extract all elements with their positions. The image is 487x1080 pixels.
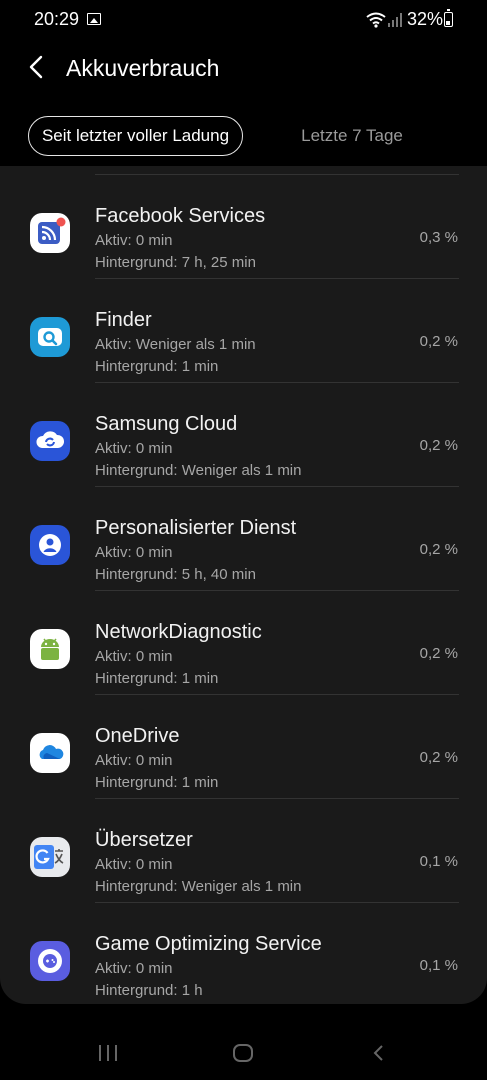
app-background-time: Hintergrund: Weniger als 1 min bbox=[95, 462, 302, 479]
app-name: Personalisierter Dienst bbox=[95, 517, 297, 539]
list-item-uebersetzer[interactable]: Übersetzer Aktiv: 0 min Hintergrund: Wen… bbox=[0, 799, 487, 903]
app-active-time: Aktiv: 0 min bbox=[95, 752, 173, 769]
app-active-time: Aktiv: 0 min bbox=[95, 648, 173, 665]
app-bar: Akkuverbrauch bbox=[0, 40, 487, 100]
status-bar: 20:29 32% bbox=[0, 0, 487, 40]
app-background-time: Hintergrund: 1 min bbox=[95, 774, 219, 791]
battery-icon bbox=[444, 9, 453, 27]
app-background-time: Hintergrund: 1 min bbox=[95, 670, 219, 687]
translate-icon bbox=[30, 837, 70, 877]
app-active-time: Aktiv: Weniger als 1 min bbox=[95, 336, 256, 353]
tab-last-7-days[interactable]: Letzte 7 Tage bbox=[272, 116, 432, 156]
page-title: Akkuverbrauch bbox=[66, 55, 220, 81]
onedrive-icon bbox=[30, 733, 70, 773]
period-tabs: Seit letzter voller Ladung Letzte 7 Tage bbox=[0, 112, 487, 164]
app-name: Facebook Services bbox=[95, 205, 266, 227]
navigation-bar bbox=[0, 1004, 487, 1080]
app-name: Samsung Cloud bbox=[95, 413, 238, 435]
app-background-time: Hintergrund: 1 h bbox=[95, 982, 203, 999]
app-background-time: Hintergrund: 1 min bbox=[95, 358, 219, 375]
app-usage-percent: 0,1 % bbox=[419, 957, 458, 974]
app-name: OneDrive bbox=[95, 725, 180, 747]
list-item-finder[interactable]: Finder Aktiv: Weniger als 1 min Hintergr… bbox=[0, 279, 487, 383]
gallery-notification-icon bbox=[87, 13, 101, 25]
app-active-time: Aktiv: 0 min bbox=[95, 960, 173, 977]
home-icon[interactable] bbox=[232, 1044, 254, 1062]
app-usage-percent: 0,2 % bbox=[419, 437, 458, 454]
list-item-personalized-service[interactable]: Personalisierter Dienst Aktiv: 0 min Hin… bbox=[0, 487, 487, 591]
signal-icon bbox=[388, 13, 402, 27]
app-name: Übersetzer bbox=[95, 829, 193, 851]
list-item-onedrive[interactable]: OneDrive Aktiv: 0 min Hintergrund: 1 min… bbox=[0, 695, 487, 799]
app-name: NetworkDiagnostic bbox=[95, 621, 262, 643]
personalized-service-icon bbox=[30, 525, 70, 565]
app-active-time: Aktiv: 0 min bbox=[95, 856, 173, 873]
app-active-time: Aktiv: 0 min bbox=[95, 440, 173, 457]
recents-icon[interactable] bbox=[97, 1044, 119, 1062]
app-active-time: Aktiv: 0 min bbox=[95, 232, 173, 249]
list-item-samsung-cloud[interactable]: Samsung Cloud Aktiv: 0 min Hintergrund: … bbox=[0, 383, 487, 487]
wifi-icon bbox=[366, 12, 386, 28]
app-background-time: Hintergrund: 7 h, 25 min bbox=[95, 254, 256, 271]
game-optimizing-icon bbox=[30, 941, 70, 981]
status-time: 20:29 bbox=[34, 9, 80, 29]
nav-back-icon[interactable] bbox=[370, 1044, 388, 1062]
app-usage-list: Facebook Services Aktiv: 0 min Hintergru… bbox=[0, 166, 487, 1004]
app-active-time: Aktiv: 0 min bbox=[95, 544, 173, 561]
app-usage-percent: 0,2 % bbox=[419, 333, 458, 350]
back-button[interactable] bbox=[22, 52, 52, 82]
app-name: Finder bbox=[95, 309, 152, 331]
list-item-facebook-services[interactable]: Facebook Services Aktiv: 0 min Hintergru… bbox=[0, 175, 487, 279]
battery-percentage: 32% bbox=[407, 9, 444, 29]
finder-icon bbox=[30, 317, 70, 357]
app-usage-percent: 0,3 % bbox=[419, 229, 458, 246]
android-icon bbox=[30, 629, 70, 669]
facebook-services-icon bbox=[30, 213, 70, 253]
app-background-time: Hintergrund: Weniger als 1 min bbox=[95, 878, 302, 895]
app-usage-percent: 0,2 % bbox=[419, 749, 458, 766]
samsung-cloud-icon bbox=[30, 421, 70, 461]
list-item-game-optimizing-service[interactable]: Game Optimizing Service Aktiv: 0 min Hin… bbox=[0, 903, 487, 1004]
app-name: Game Optimizing Service bbox=[95, 933, 322, 955]
app-usage-percent: 0,1 % bbox=[419, 853, 458, 870]
tab-since-last-full-charge[interactable]: Seit letzter voller Ladung bbox=[28, 116, 243, 156]
app-usage-percent: 0,2 % bbox=[419, 645, 458, 662]
app-background-time: Hintergrund: 5 h, 40 min bbox=[95, 566, 256, 583]
app-usage-percent: 0,2 % bbox=[419, 541, 458, 558]
list-item-networkdiagnostic[interactable]: NetworkDiagnostic Aktiv: 0 min Hintergru… bbox=[0, 591, 487, 695]
